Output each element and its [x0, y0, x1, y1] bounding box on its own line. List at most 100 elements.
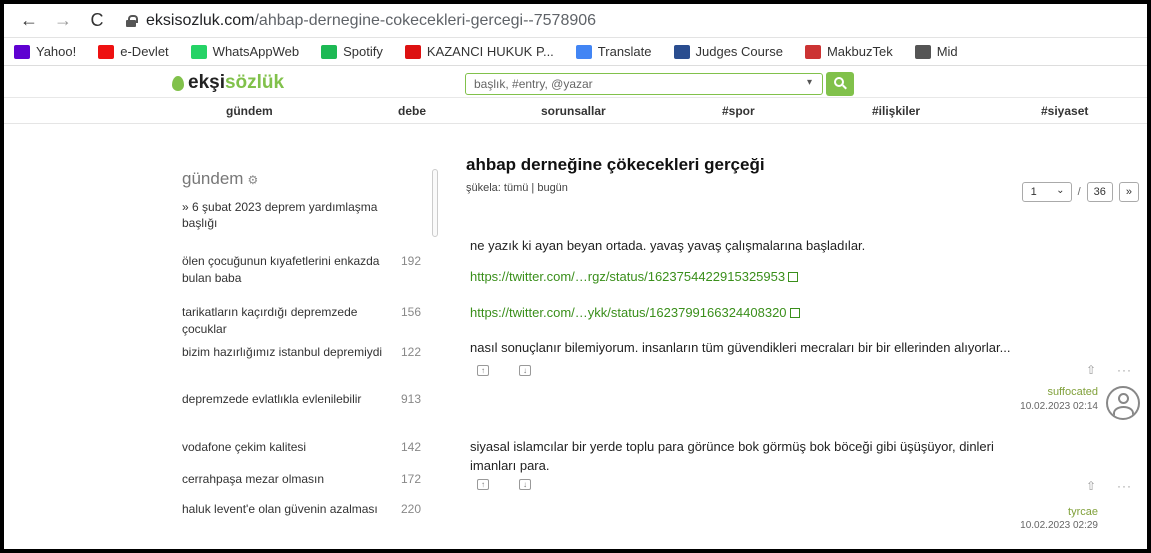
bookmark-item[interactable]: Translate — [575, 44, 652, 59]
site-logo[interactable]: ekşi sözlük — [172, 72, 284, 94]
bookmark-item[interactable]: WhatsAppWeb — [190, 44, 300, 59]
pinned-topic[interactable]: » 6 şubat 2023 deprem yardımlaşma başlığ… — [182, 199, 382, 231]
url-field[interactable]: eksisozluk.com/ahbap-dernegine-cokecekle… — [146, 12, 596, 30]
kazanci-icon — [404, 44, 421, 59]
bookmark-item[interactable]: KAZANCI HUKUK P... — [404, 44, 554, 59]
search-placeholder: başlık, #entry, @yazar — [474, 77, 593, 91]
nav-iliskiler[interactable]: #ilişkiler — [872, 104, 920, 118]
avatar-body — [1113, 406, 1134, 418]
bookmark-item[interactable]: Spotify — [321, 44, 383, 59]
entry-1-text-2: nasıl sonuçlanır bilemiyorum. insanların… — [470, 340, 1011, 355]
entry-2-text-1: siyasal islamcılar bir yerde toplu para … — [470, 439, 994, 454]
url-path: /ahbap-dernegine-cokecekleri-gercegi--75… — [254, 11, 597, 29]
next-page-button[interactable]: » — [1118, 182, 1139, 202]
bookmark-label: WhatsAppWeb — [212, 44, 300, 59]
sidebar-topic-title: ölen çocuğunun kıyafetlerini enkazda bul… — [182, 254, 380, 285]
upvote-icon[interactable]: ↑ — [477, 479, 489, 490]
share-icon[interactable]: ⇧ — [1086, 479, 1096, 493]
avatar-head — [1118, 393, 1129, 404]
nav-siyaset[interactable]: #siyaset — [1041, 104, 1088, 118]
sidebar-topic-title: vodafone çekim kalitesi — [182, 440, 307, 454]
site-header: ekşi sözlük başlık, #entry, @yazar ▾ — [4, 66, 1147, 98]
bookmark-label: e-Devlet — [120, 44, 169, 59]
nav-spor[interactable]: #spor — [722, 104, 755, 118]
whatsapp-icon — [190, 44, 207, 59]
bookmark-label: KAZANCI HUKUK P... — [426, 44, 554, 59]
downvote-icon[interactable]: ↓ — [519, 365, 531, 376]
sidebar-topic[interactable]: depremzede evlatlıkla evlenilebilir 913 — [182, 391, 432, 408]
entry-1-text-1: ne yazık ki ayan beyan ortada. yavaş yav… — [470, 238, 866, 253]
bookmark-item[interactable]: MakbuzTek — [804, 44, 893, 59]
sidebar-topic[interactable]: bizim hazırlığımız istanbul depremiydi 12… — [182, 344, 432, 361]
bookmarks-bar: Yahoo! e-Devlet WhatsAppWeb Spotify KAZANCI … — [4, 38, 1147, 66]
sidebar-topic[interactable]: tarikatların kaçırdığı depremzede çocukl… — [182, 304, 432, 338]
main-content: ahbap derneğine çökecekleri gerçeği şüke… — [466, 155, 1147, 549]
entry-1-link-1-text: https://twitter.com/…rgz/status/16237544… — [470, 269, 786, 284]
sidebar-topic-count: 220 — [401, 502, 422, 516]
bookmark-label: Judges Course — [695, 44, 783, 59]
address-bar-row: ← → C eksisozluk.com/ahbap-dernegine-cok… — [4, 4, 1147, 38]
sidebar-topic-title: depremzede evlatlıkla evlenilebilir — [182, 392, 362, 406]
more-options-icon[interactable]: ··· — [1117, 363, 1132, 377]
bookmark-label: Yahoo! — [36, 44, 77, 59]
logo-prefix: ekşi — [188, 72, 225, 93]
search-icon-handle — [842, 84, 847, 90]
gear-icon[interactable]: ⚙ — [247, 173, 258, 187]
nav-debe[interactable]: debe — [398, 104, 426, 118]
pager: 1 ⌄ / 36 » — [1021, 182, 1139, 202]
entry-1-author[interactable]: suffocated — [978, 386, 1098, 398]
sidebar-topic[interactable]: cerrahpaşa mezar olmasın 172 — [182, 471, 432, 488]
entry-2-date[interactable]: 10.02.2023 02:29 — [978, 520, 1098, 531]
leaf-icon — [172, 75, 184, 91]
yahoo-icon — [14, 44, 30, 59]
entry-1-date[interactable]: 10.02.2023 02:14 — [978, 401, 1098, 412]
bookmark-item[interactable]: Judges Course — [673, 44, 783, 59]
top-nav: gündem debe sorunsallar #spor #ilişkiler… — [4, 98, 1147, 124]
judges-icon — [673, 44, 690, 59]
lock-icon — [126, 14, 138, 27]
bookmark-label: Spotify — [343, 44, 383, 59]
chevron-down-icon[interactable]: ▾ — [807, 77, 812, 88]
forward-arrow-icon[interactable]: → — [50, 10, 76, 31]
entry-2-text-2: imanları para. — [470, 458, 550, 473]
bookmark-item[interactable]: Mid — [914, 44, 958, 59]
page-select[interactable]: 1 ⌄ — [1021, 182, 1072, 202]
entry-2-author[interactable]: tyrcae — [978, 506, 1098, 518]
sidebar-topic[interactable]: haluk levent'e olan güvenin azalması 220 — [182, 501, 432, 518]
sidebar-topic-count: 172 — [401, 472, 422, 486]
sidebar-topic-count: 156 — [401, 305, 422, 319]
spotify-icon — [321, 44, 338, 59]
upvote-icon[interactable]: ↑ — [477, 365, 489, 376]
nav-sorunsallar[interactable]: sorunsallar — [541, 104, 606, 118]
sidebar: gündem ⚙ » 6 şubat 2023 deprem yardımlaşm… — [4, 155, 444, 549]
avatar-icon[interactable] — [1106, 386, 1140, 420]
chevron-down-icon: ⌄ — [1056, 185, 1065, 196]
edevlet-icon — [98, 44, 115, 59]
sidebar-scrollbar[interactable] — [432, 169, 438, 237]
bookmark-item[interactable]: Yahoo! — [14, 44, 76, 59]
bookmark-label: Translate — [597, 44, 652, 59]
page-total-button[interactable]: 36 — [1086, 182, 1113, 202]
sidebar-title: gündem ⚙ — [182, 169, 258, 189]
sukela-filter[interactable]: şükela: tümü | bugün — [466, 182, 568, 194]
sidebar-topic[interactable]: vodafone çekim kalitesi 142 — [182, 439, 432, 456]
sidebar-topic[interactable]: ölen çocuğunun kıyafetlerini enkazda bul… — [182, 253, 432, 287]
more-options-icon[interactable]: ··· — [1117, 479, 1132, 493]
reload-icon[interactable]: C — [84, 10, 110, 31]
share-icon[interactable]: ⇧ — [1086, 363, 1096, 377]
bookmark-item[interactable]: e-Devlet — [98, 44, 169, 59]
nav-gundem[interactable]: gündem — [226, 104, 273, 118]
entry-1-link-2[interactable]: https://twitter.com/…ykk/status/16237991… — [470, 305, 800, 320]
entry-1-link-1[interactable]: https://twitter.com/…rgz/status/16237544… — [470, 269, 799, 284]
sidebar-title-text: gündem — [182, 169, 244, 188]
sidebar-topic-title: tarikatların kaçırdığı depremzede çocukl… — [182, 305, 358, 336]
makbuztek-icon — [804, 44, 821, 59]
sidebar-topic-count: 122 — [401, 345, 422, 359]
search-button[interactable] — [826, 72, 854, 96]
search-input[interactable]: başlık, #entry, @yazar ▾ — [465, 73, 823, 95]
downvote-icon[interactable]: ↓ — [519, 479, 531, 490]
entry-1-link-2-text: https://twitter.com/…ykk/status/16237991… — [470, 305, 787, 320]
topic-title[interactable]: ahbap derneğine çökecekleri gerçeği — [466, 155, 765, 175]
sidebar-topic-title: bizim hazırlığımız istanbul depremiydi — [182, 345, 383, 359]
back-arrow-icon[interactable]: ← — [16, 10, 42, 31]
